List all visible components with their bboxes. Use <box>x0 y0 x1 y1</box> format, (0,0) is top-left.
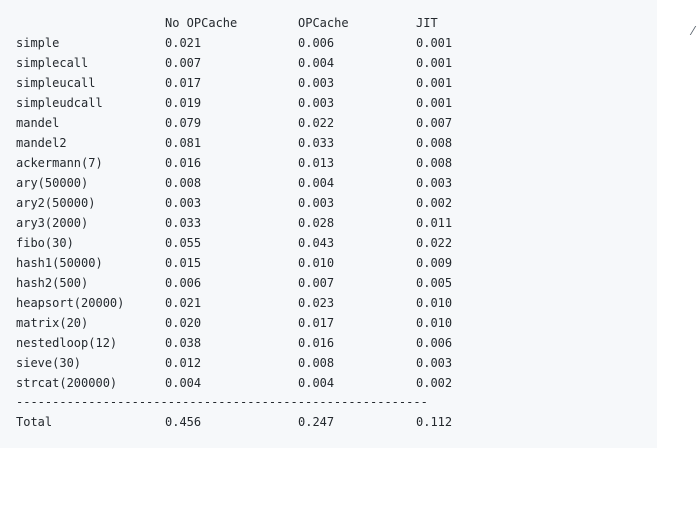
value-no-opcache: 0.016 <box>165 156 202 170</box>
benchmark-name: ary2(50000) <box>16 196 96 210</box>
benchmark-name: sieve(30) <box>16 356 82 370</box>
value-jit: 0.010 <box>416 296 453 310</box>
benchmark-name: fibo(30) <box>16 236 74 250</box>
value-opcache: 0.006 <box>298 36 335 50</box>
value-no-opcache: 0.021 <box>165 36 202 50</box>
value-no-opcache: 0.007 <box>165 56 202 70</box>
value-opcache: 0.003 <box>298 76 335 90</box>
value-jit: 0.009 <box>416 256 453 270</box>
value-no-opcache: 0.019 <box>165 96 202 110</box>
benchmark-name: hash2(500) <box>16 276 89 290</box>
value-jit: 0.005 <box>416 276 453 290</box>
total-opcache: 0.247 <box>298 415 335 429</box>
value-jit: 0.022 <box>416 236 453 250</box>
value-opcache: 0.004 <box>298 376 335 390</box>
value-jit: 0.006 <box>416 336 453 350</box>
benchmark-name: simplecall <box>16 56 89 70</box>
value-jit: 0.010 <box>416 316 453 330</box>
value-jit: 0.001 <box>416 36 453 50</box>
value-jit: 0.008 <box>416 156 453 170</box>
benchmark-name: ackermann(7) <box>16 156 103 170</box>
benchmark-name: mandel <box>16 116 60 130</box>
benchmark-name: simpleudcall <box>16 96 103 110</box>
benchmark-name: matrix(20) <box>16 316 89 330</box>
value-opcache: 0.022 <box>298 116 335 130</box>
value-opcache: 0.003 <box>298 96 335 110</box>
value-jit: 0.002 <box>416 376 453 390</box>
value-opcache: 0.028 <box>298 216 335 230</box>
header-opcache: OPCache <box>298 16 349 30</box>
value-no-opcache: 0.033 <box>165 216 202 230</box>
value-opcache: 0.010 <box>298 256 335 270</box>
value-opcache: 0.017 <box>298 316 335 330</box>
total-no-opcache: 0.456 <box>165 415 202 429</box>
benchmark-name: ary(50000) <box>16 176 89 190</box>
benchmark-name: mandel2 <box>16 136 67 150</box>
total-jit: 0.112 <box>416 415 453 429</box>
table-header-row: No OPCache OPCache JIT <box>0 13 438 33</box>
value-opcache: 0.013 <box>298 156 335 170</box>
value-opcache: 0.033 <box>298 136 335 150</box>
value-no-opcache: 0.012 <box>165 356 202 370</box>
value-jit: 0.008 <box>416 136 453 150</box>
benchmark-name: strcat(200000) <box>16 376 118 390</box>
value-opcache: 0.023 <box>298 296 335 310</box>
value-jit: 0.011 <box>416 216 453 230</box>
header-jit: JIT <box>416 16 438 30</box>
value-jit: 0.007 <box>416 116 453 130</box>
value-jit: 0.003 <box>416 176 453 190</box>
value-opcache: 0.016 <box>298 336 335 350</box>
value-opcache: 0.007 <box>298 276 335 290</box>
value-no-opcache: 0.079 <box>165 116 202 130</box>
value-jit: 0.003 <box>416 356 453 370</box>
benchmark-name: heapsort(20000) <box>16 296 125 310</box>
value-opcache: 0.004 <box>298 56 335 70</box>
header-no-opcache: No OPCache <box>165 16 238 30</box>
value-jit: 0.001 <box>416 56 453 70</box>
total-label: Total <box>16 415 53 429</box>
benchmark-code-block: No OPCache OPCache JIT simple 0.021 0.006 0… <box>0 0 657 448</box>
value-no-opcache: 0.004 <box>165 376 202 390</box>
value-opcache: 0.008 <box>298 356 335 370</box>
value-no-opcache: 0.003 <box>165 196 202 210</box>
value-opcache: 0.003 <box>298 196 335 210</box>
value-no-opcache: 0.020 <box>165 316 202 330</box>
table-total-row: Total 0.456 0.247 0.112 <box>0 412 452 432</box>
value-jit: 0.002 <box>416 196 453 210</box>
value-jit: 0.001 <box>416 96 453 110</box>
value-no-opcache: 0.055 <box>165 236 202 250</box>
value-no-opcache: 0.081 <box>165 136 202 150</box>
value-no-opcache: 0.008 <box>165 176 202 190</box>
value-opcache: 0.004 <box>298 176 335 190</box>
table-separator: ----------------------------------------… <box>16 395 428 409</box>
value-no-opcache: 0.017 <box>165 76 202 90</box>
value-no-opcache: 0.015 <box>165 256 202 270</box>
value-no-opcache: 0.038 <box>165 336 202 350</box>
benchmark-name: hash1(50000) <box>16 256 103 270</box>
value-jit: 0.001 <box>416 76 453 90</box>
benchmark-name: simpleucall <box>16 76 96 90</box>
benchmark-name: ary3(2000) <box>16 216 89 230</box>
value-no-opcache: 0.006 <box>165 276 202 290</box>
value-no-opcache: 0.021 <box>165 296 202 310</box>
benchmark-name: nestedloop(12) <box>16 336 118 350</box>
benchmark-name: simple <box>16 36 60 50</box>
value-opcache: 0.043 <box>298 236 335 250</box>
edge-mark-icon: ⁄ <box>692 24 695 38</box>
